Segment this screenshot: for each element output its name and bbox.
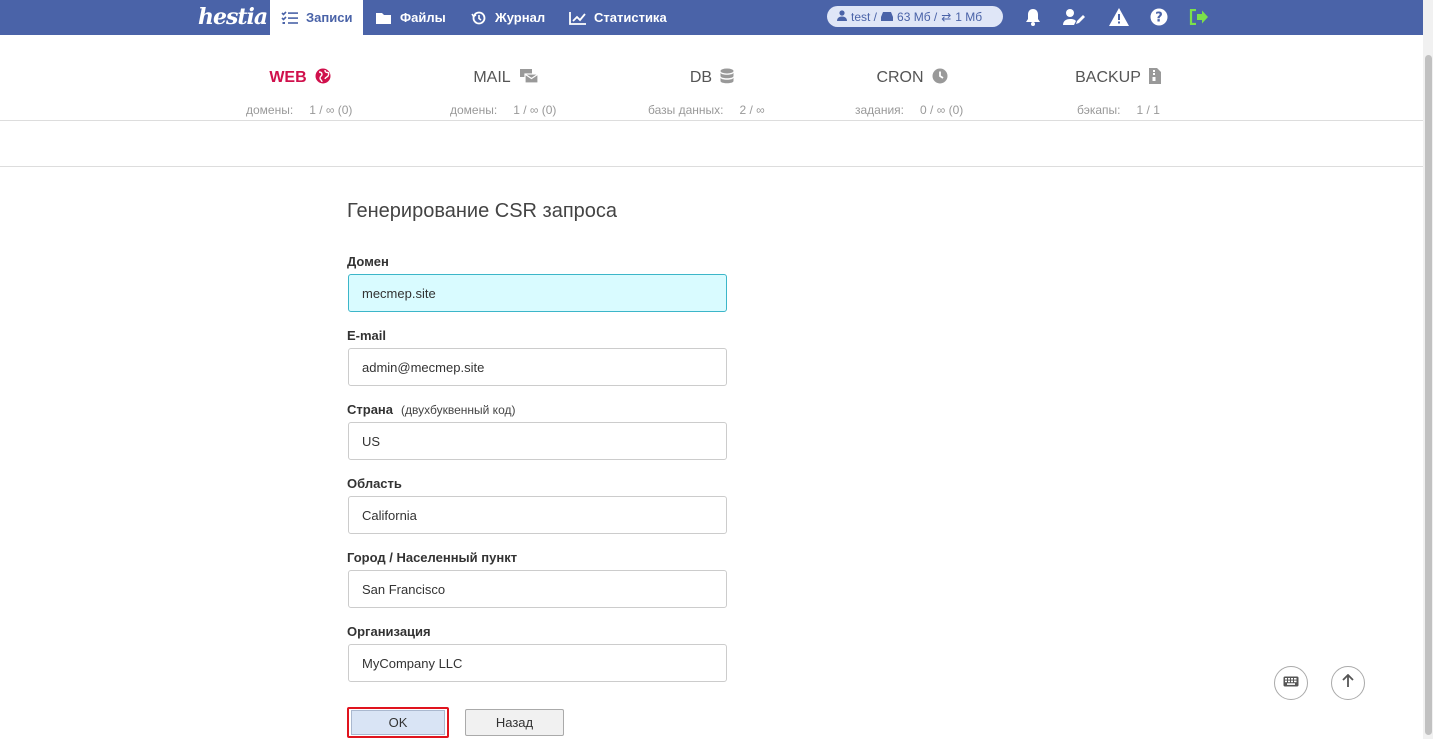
- nav-records[interactable]: Записи: [270, 0, 364, 35]
- usage-bandwidth: 1 Мб: [955, 9, 983, 24]
- file-archive-icon: [1148, 67, 1161, 89]
- city-label: Город / Населенный пункт: [347, 550, 517, 565]
- database-icon: [720, 68, 734, 89]
- city-label-text: Город / Населенный пункт: [347, 550, 518, 565]
- domain-label: Домен: [347, 254, 389, 269]
- country-label-text: Страна: [347, 402, 394, 417]
- stat-mail[interactable]: MAIL домены: 1 / ∞ (0): [406, 60, 606, 117]
- stat-mail-value: 1 / ∞ (0): [513, 103, 557, 117]
- stat-cron[interactable]: CRON задания: 0 / ∞ (0): [812, 60, 1012, 117]
- stat-db-key: базы данных:: [648, 103, 724, 117]
- stat-web[interactable]: WEB домены: 1 / ∞ (0): [200, 60, 400, 117]
- clock-icon: [932, 68, 948, 89]
- stat-cron-title: CRON: [876, 69, 924, 86]
- org-input[interactable]: [348, 644, 727, 682]
- svg-text:?: ?: [1155, 11, 1163, 26]
- nav-statistics[interactable]: Статистика: [569, 0, 667, 35]
- back-button[interactable]: Назад: [465, 709, 564, 736]
- logout-icon[interactable]: [1188, 6, 1210, 28]
- history-icon: [470, 11, 488, 25]
- hdd-icon: [881, 10, 894, 24]
- keyboard-icon: [1283, 674, 1299, 692]
- city-input[interactable]: [348, 570, 727, 608]
- stat-backup-value: 1 / 1: [1136, 103, 1160, 117]
- stat-backup[interactable]: BACKUP бэкапы: 1 / 1: [1018, 60, 1218, 117]
- chart-line-icon: [569, 11, 587, 25]
- top-navbar: hestia Записи Файлы Журнал Статистика te…: [0, 0, 1423, 35]
- state-label: Область: [347, 476, 402, 491]
- help-icon[interactable]: ?: [1148, 6, 1170, 28]
- usage-user: test /: [851, 9, 878, 24]
- hestia-logo[interactable]: hestia: [198, 2, 268, 32]
- user-edit-icon[interactable]: [1063, 6, 1085, 28]
- country-input[interactable]: [348, 422, 727, 460]
- mail-bulk-icon: [519, 68, 539, 89]
- nav-files[interactable]: Файлы: [375, 0, 446, 35]
- bell-icon[interactable]: [1022, 6, 1044, 28]
- exchange-icon: ⇄: [941, 9, 952, 24]
- domain-label-text: Домен: [347, 254, 389, 269]
- stat-web-title: WEB: [269, 69, 307, 86]
- nav-log-label: Журнал: [495, 10, 546, 25]
- page-title: Генерирование CSR запроса: [347, 200, 618, 222]
- country-label: Страна (двухбуквенный код): [347, 402, 515, 417]
- stat-web-key: домены:: [246, 103, 294, 117]
- nav-statistics-label: Статистика: [594, 10, 667, 25]
- ok-button-label: OK: [351, 710, 445, 735]
- stat-db-title: DB: [689, 69, 713, 86]
- stat-backup-key: бэкапы:: [1077, 103, 1121, 117]
- stat-backup-title: BACKUP: [1075, 69, 1141, 86]
- org-label-text: Организация: [347, 624, 431, 639]
- country-hint: (двухбуквенный код): [401, 403, 516, 417]
- toolbar-divider: [0, 166, 1423, 167]
- stats-divider: [0, 120, 1423, 121]
- warning-icon[interactable]: [1108, 6, 1130, 28]
- stat-db[interactable]: DB базы данных: 2 / ∞: [612, 60, 812, 117]
- arrow-up-icon: [1342, 673, 1354, 693]
- domain-input[interactable]: [348, 274, 727, 312]
- folder-icon: [375, 11, 393, 25]
- email-input[interactable]: [348, 348, 727, 386]
- nav-log[interactable]: Журнал: [470, 0, 545, 35]
- globe-icon: [315, 68, 331, 89]
- usage-badge[interactable]: test / 63 Мб / ⇄ 1 Мб: [827, 6, 1003, 27]
- keyboard-shortcuts-button[interactable]: [1274, 666, 1308, 700]
- scrollbar-thumb[interactable]: [1425, 55, 1432, 735]
- email-label-text: E-mail: [347, 328, 387, 343]
- user-icon: [837, 9, 847, 24]
- stat-cron-value: 0 / ∞ (0): [920, 103, 964, 117]
- email-label: E-mail: [347, 328, 386, 343]
- stat-web-value: 1 / ∞ (0): [309, 103, 353, 117]
- state-label-text: Область: [347, 476, 402, 491]
- nav-files-label: Файлы: [400, 10, 446, 25]
- stat-mail-title: MAIL: [473, 69, 511, 86]
- nav-records-label: Записи: [306, 10, 353, 25]
- stat-db-value: 2 / ∞: [739, 103, 765, 117]
- stat-mail-key: домены:: [450, 103, 498, 117]
- list-check-icon: [281, 10, 299, 25]
- stat-cron-key: задания:: [855, 103, 905, 117]
- ok-button[interactable]: OK: [347, 707, 449, 738]
- usage-disk: 63 Мб /: [897, 9, 938, 24]
- org-label: Организация: [347, 624, 431, 639]
- scroll-top-button[interactable]: [1331, 666, 1365, 700]
- state-input[interactable]: [348, 496, 727, 534]
